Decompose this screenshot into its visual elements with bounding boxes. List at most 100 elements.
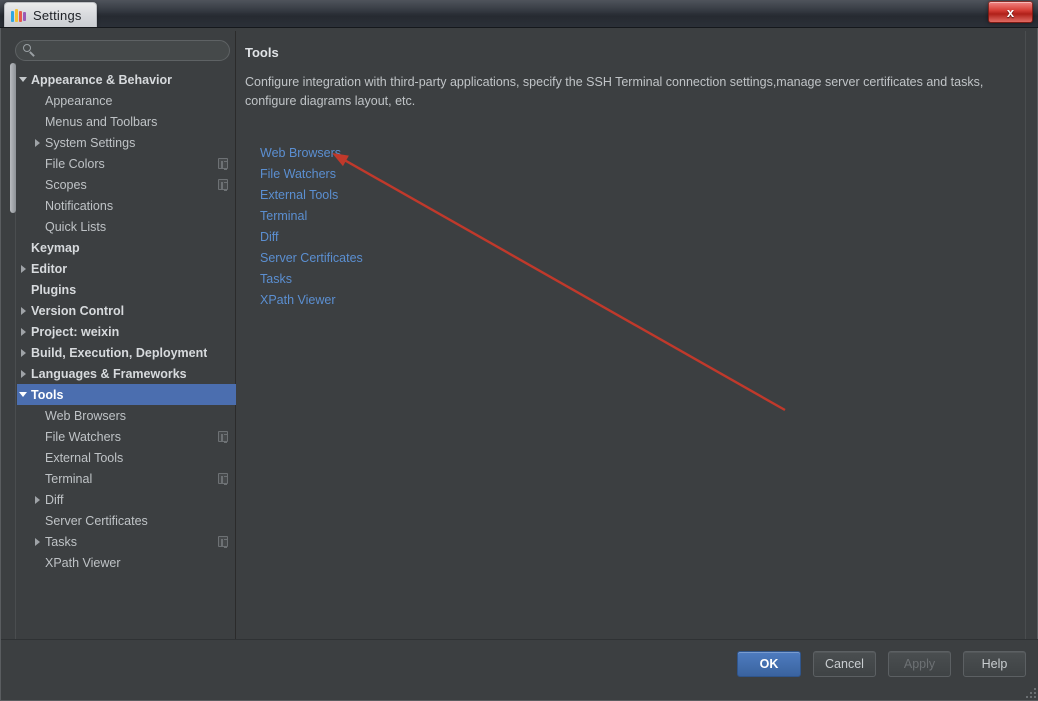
sidebar-item-build-execution-deployment[interactable]: Build, Execution, Deployment <box>17 342 236 363</box>
chevron-right-icon[interactable] <box>17 321 31 342</box>
chevron-right-icon[interactable] <box>31 489 45 510</box>
tools-link-list: Web Browsers File Watchers External Tools T… <box>260 143 363 311</box>
tools-link-external-tools[interactable]: External Tools <box>260 185 338 206</box>
cancel-button[interactable]: Cancel <box>813 651 876 677</box>
settings-sidebar: Appearance & Behavior Appearance Menus and… <box>9 31 236 668</box>
sidebar-item-plugins[interactable]: Plugins <box>17 279 236 300</box>
chevron-right-icon[interactable] <box>17 363 31 384</box>
sidebar-item-label: Plugins <box>31 282 77 297</box>
main-scrollbar[interactable] <box>1025 31 1034 668</box>
intellij-logo-icon <box>11 8 27 23</box>
scope-settings-icon[interactable] <box>218 536 228 548</box>
chevron-right-icon[interactable] <box>17 342 31 363</box>
main-panel-inner: Tools Configure integration with third-p… <box>237 31 1024 668</box>
sidebar-item-tasks[interactable]: Tasks <box>17 531 236 552</box>
chevron-right-icon[interactable] <box>31 531 45 552</box>
sidebar-scrollbar-thumb[interactable] <box>10 63 16 213</box>
chevron-right-icon[interactable] <box>31 132 45 153</box>
resize-grip-icon[interactable] <box>1024 686 1036 698</box>
chevron-down-icon[interactable] <box>17 69 31 90</box>
sidebar-item-label: Scopes <box>45 177 87 192</box>
sidebar-item-version-control[interactable]: Version Control <box>17 300 236 321</box>
chevron-down-icon[interactable] <box>17 384 31 405</box>
tools-link-tasks[interactable]: Tasks <box>260 269 292 290</box>
close-icon[interactable]: x <box>988 1 1033 23</box>
tools-link-server-certificates[interactable]: Server Certificates <box>260 248 363 269</box>
sidebar-item-terminal[interactable]: Terminal <box>17 468 236 489</box>
sidebar-item-label: Quick Lists <box>45 219 107 234</box>
help-button[interactable]: Help <box>963 651 1026 677</box>
sidebar-item-web-browsers[interactable]: Web Browsers <box>17 405 236 426</box>
sidebar-item-system-settings[interactable]: System Settings <box>17 132 236 153</box>
sidebar-item-scopes[interactable]: Scopes <box>17 174 236 195</box>
sidebar-item-label: Appearance & Behavior <box>31 72 173 87</box>
sidebar-item-menus-and-toolbars[interactable]: Menus and Toolbars <box>17 111 236 132</box>
tools-link-web-browsers[interactable]: Web Browsers <box>260 143 341 164</box>
sidebar-item-label: System Settings <box>45 135 136 150</box>
sidebar-item-label: Editor <box>31 261 68 276</box>
sidebar-item-label: Version Control <box>31 303 125 318</box>
tools-link-diff[interactable]: Diff <box>260 227 279 248</box>
scope-settings-icon[interactable] <box>218 179 228 191</box>
sidebar-item-label: Web Browsers <box>45 408 127 423</box>
scope-settings-icon[interactable] <box>218 158 228 170</box>
scope-settings-icon[interactable] <box>218 473 228 485</box>
sidebar-item-notifications[interactable]: Notifications <box>17 195 236 216</box>
sidebar-item-file-colors[interactable]: File Colors <box>17 153 236 174</box>
sidebar-item-tools[interactable]: Tools <box>17 384 236 405</box>
search-field-wrapper <box>15 40 230 61</box>
sidebar-item-appearance-behavior[interactable]: Appearance & Behavior <box>17 69 236 90</box>
window-title: Settings <box>33 8 82 23</box>
sidebar-item-editor[interactable]: Editor <box>17 258 236 279</box>
sidebar-item-label: File Watchers <box>45 429 121 444</box>
sidebar-item-project-weixin[interactable]: Project: weixin <box>17 321 236 342</box>
chevron-right-icon[interactable] <box>17 258 31 279</box>
sidebar-item-xpath-viewer[interactable]: XPath Viewer <box>17 552 236 573</box>
tools-link-file-watchers[interactable]: File Watchers <box>260 164 336 185</box>
sidebar-item-label: Terminal <box>45 471 93 486</box>
sidebar-scrollbar[interactable] <box>9 63 17 663</box>
tools-link-xpath-viewer[interactable]: XPath Viewer <box>260 290 336 311</box>
sidebar-item-keymap[interactable]: Keymap <box>17 237 236 258</box>
ok-button[interactable]: OK <box>737 651 801 677</box>
content-area: Appearance & Behavior Appearance Menus and… <box>6 31 1034 668</box>
settings-tree: Appearance & Behavior Appearance Menus and… <box>17 69 236 664</box>
sidebar-item-server-certificates[interactable]: Server Certificates <box>17 510 236 531</box>
close-icon-glyph: x <box>1006 4 1015 20</box>
sidebar-item-label: Notifications <box>45 198 114 213</box>
search-input[interactable] <box>15 40 230 61</box>
sidebar-item-external-tools[interactable]: External Tools <box>17 447 236 468</box>
scope-settings-icon[interactable] <box>218 431 228 443</box>
sidebar-item-diff[interactable]: Diff <box>17 489 236 510</box>
sidebar-item-label: Keymap <box>31 240 80 255</box>
sidebar-item-label: Diff <box>45 492 64 507</box>
dialog-buttons: OK Cancel Apply Help <box>737 651 1026 677</box>
sidebar-item-label: External Tools <box>45 450 124 465</box>
sidebar-item-file-watchers[interactable]: File Watchers <box>17 426 236 447</box>
sidebar-item-label: Server Certificates <box>45 513 148 528</box>
page-description: Configure integration with third-party a… <box>245 75 984 108</box>
sidebar-item-appearance[interactable]: Appearance <box>17 90 236 111</box>
dialog-body: Appearance & Behavior Appearance Menus and… <box>0 28 1038 701</box>
settings-main-panel: Tools Configure integration with third-p… <box>237 31 1034 668</box>
title-bar: Settings x <box>0 0 1038 28</box>
sidebar-item-label: XPath Viewer <box>45 555 121 570</box>
sidebar-item-label: Build, Execution, Deployment <box>31 345 208 360</box>
sidebar-item-quick-lists[interactable]: Quick Lists <box>17 216 236 237</box>
chevron-right-icon[interactable] <box>17 300 31 321</box>
dialog-footer: OK Cancel Apply Help <box>1 639 1038 700</box>
tools-link-terminal[interactable]: Terminal <box>260 206 307 227</box>
sidebar-item-languages-frameworks[interactable]: Languages & Frameworks <box>17 363 236 384</box>
